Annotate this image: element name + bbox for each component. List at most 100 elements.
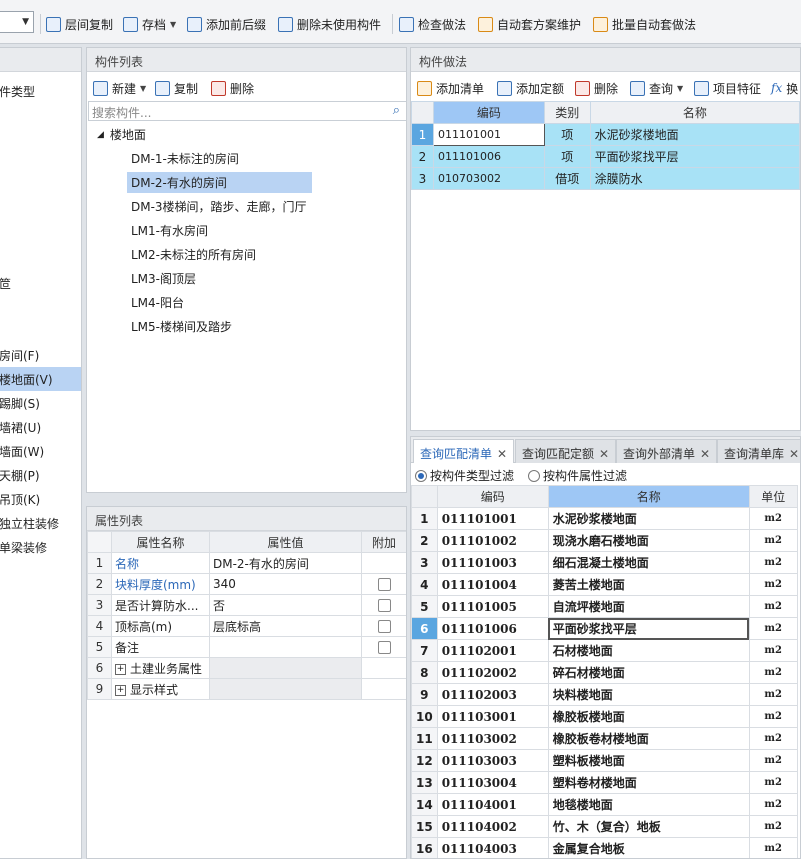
bill-code[interactable]: 011101006 [436, 617, 549, 640]
bill-name[interactable]: 自流坪楼地面 [547, 595, 750, 618]
copy-component-button[interactable]: 复制 [155, 78, 198, 98]
type-column-finish[interactable]: 独立柱装修 [0, 511, 81, 535]
table-row[interactable]: 2 011101006 项 平面砂浆找平层 [411, 145, 800, 168]
radio-button[interactable] [528, 470, 541, 482]
bill-code[interactable]: 011101001 [436, 507, 549, 530]
method-code[interactable]: 010703002 [432, 167, 545, 190]
bill-code[interactable]: 011102003 [436, 683, 549, 706]
property-value[interactable]: DM-2-有水的房间 [209, 552, 362, 574]
layer-copy-button[interactable]: 层间复制 [46, 14, 113, 34]
property-group[interactable]: + 土建业务属性 [111, 657, 210, 679]
bill-unit[interactable]: m2 [748, 683, 798, 706]
extra-checkbox[interactable] [377, 641, 391, 654]
type-skirting[interactable]: 踢脚(S) [0, 391, 81, 415]
table-row[interactable]: 5 备注 [87, 636, 406, 658]
table-row[interactable]: 2 011101002 现浇水磨石楼地面 m2 [411, 529, 798, 552]
floor-select[interactable]: ▼ [0, 11, 34, 33]
bill-name[interactable]: 现浇水磨石楼地面 [547, 529, 750, 552]
property-value[interactable]: 否 [209, 594, 362, 616]
tab-external-bill[interactable]: 查询外部清单 ✕ [616, 439, 718, 463]
new-component-button[interactable]: 新建 ▼ [93, 78, 146, 98]
add-quota-button[interactable]: 添加定额 [497, 78, 564, 98]
table-row[interactable]: 2 块料厚度(mm) 340 [87, 573, 406, 595]
table-row[interactable]: 6 011101006 平面砂浆找平层 m2 [411, 617, 798, 640]
tree-item[interactable]: DM-3楼梯间，踏步、走廊，门厅 [127, 196, 311, 217]
method-type[interactable]: 借项 [543, 167, 591, 190]
bill-unit[interactable]: m2 [748, 771, 798, 794]
type-room[interactable]: 房间(F) [0, 343, 81, 367]
filter-by-type[interactable]: 按构件类型过滤 [415, 467, 514, 484]
bill-unit[interactable]: m2 [748, 837, 798, 858]
add-bill-button[interactable]: 添加清单 [417, 78, 484, 98]
tree-item[interactable]: DM-1-未标注的房间 [127, 148, 243, 169]
method-name[interactable]: 平面砂浆找平层 [589, 145, 800, 168]
table-row[interactable]: 7 011102001 石材楼地面 m2 [411, 639, 798, 662]
bill-name[interactable]: 金属复合地板 [547, 837, 750, 858]
bill-name[interactable]: 平面砂浆找平层 [547, 617, 750, 640]
table-row[interactable]: 11 011103002 橡胶板卷材楼地面 m2 [411, 727, 798, 750]
archive-button[interactable]: 存档 ▼ [123, 14, 176, 34]
table-row[interactable]: 8 011102002 碎石材楼地面 m2 [411, 661, 798, 684]
bill-name[interactable]: 石材楼地面 [547, 639, 750, 662]
bill-unit[interactable]: m2 [748, 705, 798, 728]
extra-checkbox[interactable] [377, 578, 391, 591]
bill-name[interactable]: 橡胶板卷材楼地面 [547, 727, 750, 750]
tree-item[interactable]: LM1-有水房间 [127, 220, 212, 241]
table-row[interactable]: 16 011104003 金属复合地板 m2 [411, 837, 798, 858]
bill-name[interactable]: 细石混凝土楼地面 [547, 551, 750, 574]
bill-code[interactable]: 011103003 [436, 749, 549, 772]
table-row[interactable]: 1 011101001 水泥砂浆楼地面 m2 [411, 507, 798, 530]
query-button[interactable]: 查询 ▼ [630, 78, 683, 98]
tab-match-bill[interactable]: 查询匹配清单 ✕ [413, 439, 515, 463]
tab-match-quota[interactable]: 查询匹配定额 ✕ [515, 439, 617, 463]
bill-unit[interactable]: m2 [748, 639, 798, 662]
table-row[interactable]: 4 顶标高(m) 层底标高 [87, 615, 406, 637]
type-suspended-ceiling[interactable]: 吊顶(K) [0, 487, 81, 511]
close-icon[interactable]: ✕ [789, 447, 799, 461]
tree-item[interactable]: LM2-未标注的所有房间 [127, 244, 260, 265]
property-value[interactable] [209, 636, 362, 658]
method-type[interactable]: 项 [543, 145, 591, 168]
bill-unit[interactable]: m2 [748, 573, 798, 596]
table-row[interactable]: 15 011104002 竹、木（复合）地板 m2 [411, 815, 798, 838]
method-type[interactable]: 项 [543, 123, 591, 146]
bill-name[interactable]: 塑料卷材楼地面 [547, 771, 750, 794]
tab-bill-library[interactable]: 查询清单库 ✕ [717, 439, 800, 463]
bill-code[interactable]: 011104001 [436, 793, 549, 816]
bill-name[interactable]: 竹、木（复合）地板 [547, 815, 750, 838]
bill-code[interactable]: 011102002 [436, 661, 549, 684]
method-code[interactable]: 011101001 [432, 123, 545, 146]
table-row[interactable]: 1 011101001 项 水泥砂浆楼地面 [411, 123, 800, 146]
type-dado[interactable]: 墙裙(U) [0, 415, 81, 439]
bill-unit[interactable]: m2 [748, 595, 798, 618]
table-row[interactable]: 10 011103001 橡胶板楼地面 m2 [411, 705, 798, 728]
extra-checkbox[interactable] [377, 620, 391, 633]
table-row[interactable]: 3 是否计算防水... 否 [87, 594, 406, 616]
property-value[interactable]: 340 [209, 573, 362, 595]
filter-by-attribute[interactable]: 按构件属性过滤 [528, 467, 627, 484]
collapse-triangle-icon[interactable]: ◢ [97, 130, 104, 140]
bill-name[interactable]: 塑料板楼地面 [547, 749, 750, 772]
method-name[interactable]: 水泥砂浆楼地面 [589, 123, 800, 146]
bill-unit[interactable]: m2 [748, 749, 798, 772]
add-affix-button[interactable]: 添加前后缀 [187, 14, 266, 34]
bill-code[interactable]: 011101003 [436, 551, 549, 574]
bill-name[interactable]: 碎石材楼地面 [547, 661, 750, 684]
method-code[interactable]: 011101006 [432, 145, 545, 168]
method-name[interactable]: 涂膜防水 [589, 167, 800, 190]
bill-unit[interactable]: m2 [748, 661, 798, 684]
type-ceiling[interactable]: 天棚(P) [0, 463, 81, 487]
list-item[interactable]: 笸 [0, 271, 81, 295]
tree-item[interactable]: LM4-阳台 [127, 292, 188, 313]
close-icon[interactable]: ✕ [599, 447, 609, 461]
bill-code[interactable]: 011101004 [436, 573, 549, 596]
bill-code[interactable]: 011103004 [436, 771, 549, 794]
extra-checkbox[interactable] [377, 599, 391, 612]
bill-name[interactable]: 菱苦土楼地面 [547, 573, 750, 596]
table-row[interactable]: 9 011102003 块料楼地面 m2 [411, 683, 798, 706]
item-feature-button[interactable]: 项目特征 [694, 78, 761, 98]
delete-unused-button[interactable]: 删除未使用构件 [278, 14, 381, 34]
bill-unit[interactable]: m2 [748, 507, 798, 530]
close-icon[interactable]: ✕ [700, 447, 710, 461]
bill-unit[interactable]: m2 [748, 727, 798, 750]
